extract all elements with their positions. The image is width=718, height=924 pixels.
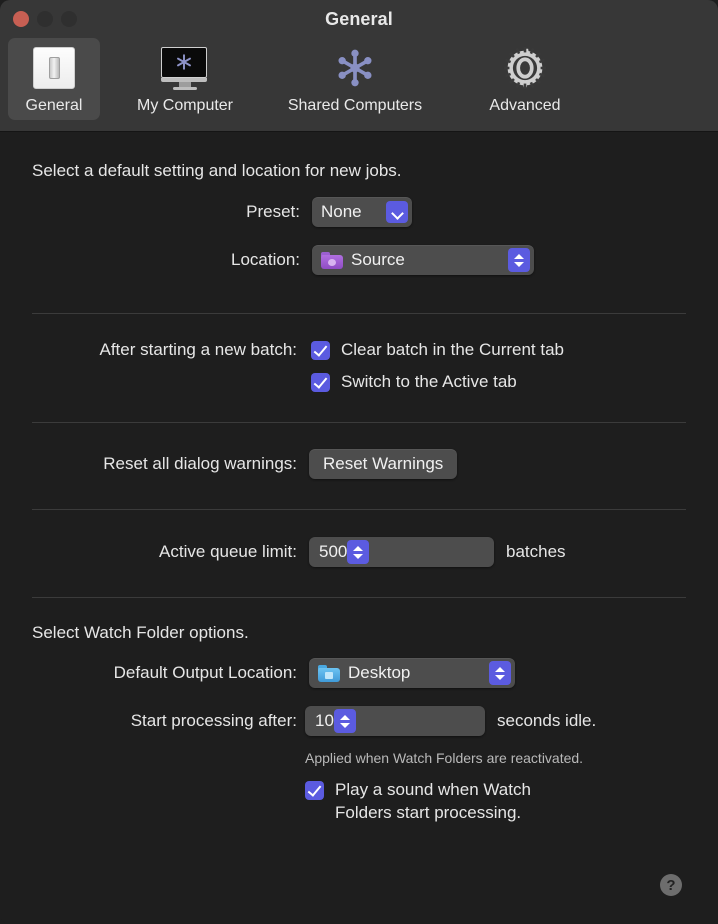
batch-row-1: After starting a new batch: Clear batch … <box>32 340 686 360</box>
divider-1 <box>32 313 686 314</box>
queue-limit-value: 500 <box>319 542 348 561</box>
divider-3 <box>32 509 686 510</box>
reset-warnings-row: Reset all dialog warnings: Reset Warning… <box>32 449 686 479</box>
batch-label: After starting a new batch: <box>99 340 298 359</box>
checkbox-clear-batch[interactable]: Clear batch in the Current tab <box>311 340 564 360</box>
checkbox-play-sound-label-line1: Play a sound when Watch <box>335 780 531 799</box>
help-button[interactable]: ? <box>660 874 682 896</box>
window-controls <box>13 11 77 27</box>
watch-folder-note: Applied when Watch Folders are reactivat… <box>305 750 584 766</box>
output-location-label: Default Output Location: <box>113 663 297 682</box>
chevron-down-icon <box>386 201 408 223</box>
preset-popup[interactable]: None <box>312 197 412 227</box>
network-node-icon <box>333 44 377 92</box>
processing-delay-stepper[interactable] <box>333 709 356 733</box>
checkbox-switch-active-tab[interactable]: Switch to the Active tab <box>311 372 517 392</box>
preferences-window: General General My Computer Shared Compu… <box>0 0 718 924</box>
preset-row: Preset: None <box>32 197 686 227</box>
stepper-icon[interactable] <box>508 248 530 272</box>
maximize-button[interactable] <box>61 11 77 27</box>
checkbox-play-sound-box[interactable] <box>305 781 324 800</box>
tab-shared-computers-label: Shared Computers <box>287 97 423 114</box>
processing-delay-row: Start processing after: 10 seconds idle. <box>32 706 686 736</box>
purple-folder-icon <box>321 251 343 269</box>
location-row: Location: Source <box>32 245 686 275</box>
gear-icon <box>503 44 547 92</box>
preset-label: Preset: <box>246 202 300 221</box>
checkbox-switch-active-tab-label: Switch to the Active tab <box>341 372 517 391</box>
minimize-button[interactable] <box>37 11 53 27</box>
processing-delay-label: Start processing after: <box>130 711 297 730</box>
tab-general[interactable]: General <box>8 38 100 120</box>
tab-my-computer[interactable]: My Computer <box>100 38 270 120</box>
queue-limit-field[interactable]: 500 <box>309 537 494 567</box>
output-location-row: Default Output Location: Desktop <box>32 658 686 688</box>
checkbox-play-sound[interactable]: Play a sound when Watch Folders start pr… <box>305 779 686 825</box>
reset-warnings-label: Reset all dialog warnings: <box>103 454 297 473</box>
reset-warnings-button[interactable]: Reset Warnings <box>309 449 458 479</box>
tab-advanced-label: Advanced <box>489 97 561 114</box>
location-label: Location: <box>231 250 300 269</box>
tab-shared-computers[interactable]: Shared Computers <box>270 38 440 120</box>
processing-delay-value: 10 <box>315 711 334 730</box>
queue-limit-stepper[interactable] <box>347 540 370 564</box>
queue-limit-row: Active queue limit: 500 batches <box>32 537 686 567</box>
tab-my-computer-label: My Computer <box>136 97 234 114</box>
monitor-icon <box>161 44 209 92</box>
preset-value: None <box>321 202 362 221</box>
defaults-heading: Select a default setting and location fo… <box>32 161 402 180</box>
processing-delay-field[interactable]: 10 <box>305 706 485 736</box>
preferences-content: Select a default setting and location fo… <box>0 161 718 825</box>
checkbox-clear-batch-label: Clear batch in the Current tab <box>341 340 565 359</box>
location-value: Source <box>351 250 405 269</box>
toolbar-tabs: General My Computer Shared Computers Adv… <box>0 38 718 132</box>
output-location-popup[interactable]: Desktop <box>309 658 515 688</box>
location-popup[interactable]: Source <box>312 245 534 275</box>
tab-advanced[interactable]: Advanced <box>440 38 610 120</box>
window-title: General <box>325 8 393 29</box>
checkbox-play-sound-label-line2: Folders start processing. <box>335 802 522 822</box>
light-switch-icon <box>33 44 75 92</box>
output-location-stepper[interactable] <box>489 661 511 685</box>
divider-4 <box>32 597 686 598</box>
processing-delay-suffix: seconds idle. <box>497 711 597 730</box>
checkbox-clear-batch-box[interactable] <box>311 340 330 360</box>
close-button[interactable] <box>13 11 29 27</box>
output-location-value: Desktop <box>348 663 411 682</box>
queue-limit-suffix: batches <box>506 542 566 561</box>
watch-folder-heading: Select Watch Folder options. <box>32 623 249 642</box>
queue-limit-label: Active queue limit: <box>159 542 297 561</box>
divider-2 <box>32 422 686 423</box>
checkbox-switch-active-tab-box[interactable] <box>311 372 330 392</box>
batch-row-2: Switch to the Active tab <box>32 372 686 392</box>
title-bar: General <box>0 0 718 38</box>
blue-folder-icon <box>318 664 340 682</box>
tab-general-label: General <box>25 97 83 114</box>
